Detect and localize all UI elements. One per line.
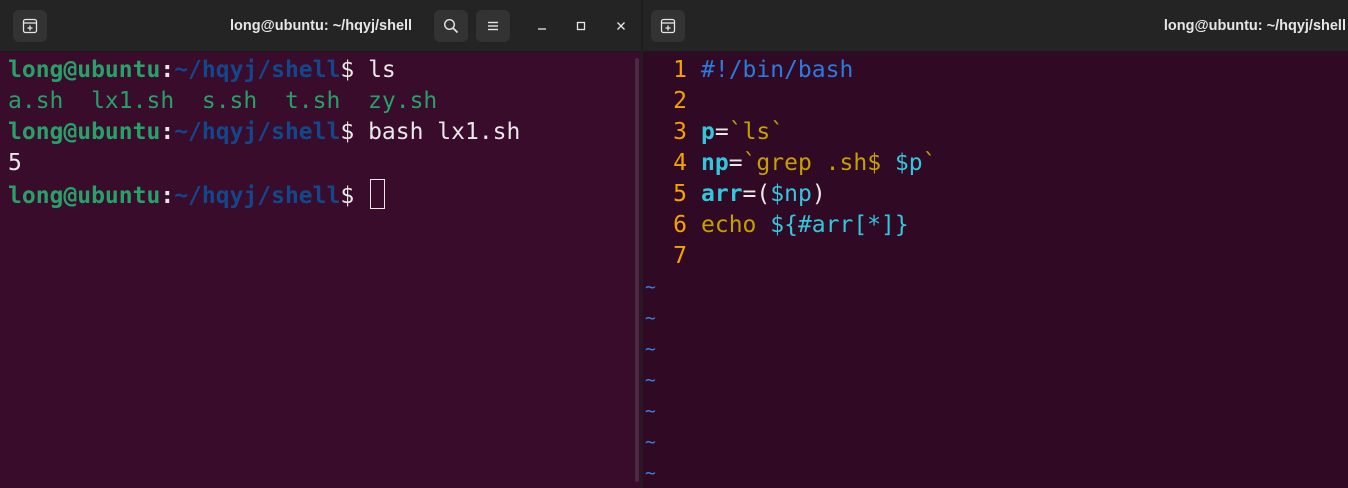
scrollbar[interactable] [635,58,639,482]
window-title: long@ubuntu: ~/hqyj/shell [1163,18,1346,34]
variable-name: arr [701,181,743,207]
variable-reference: $p [894,150,923,176]
variable-name: p [701,119,715,145]
titlebar[interactable]: long@ubuntu: ~/hqyj/shell [0,0,641,52]
minimize-button[interactable] [530,14,554,38]
line-number: 2 [673,88,687,114]
empty-line-marker: ~ [643,365,1348,396]
line-number: 3 [673,119,687,145]
prompt-line: long@ubuntu:~/hqyj/shell$ ls [8,55,641,86]
tilde-marker: ~ [645,308,656,329]
backtick: ` [742,150,757,176]
maximize-icon [576,21,586,31]
tilde-marker: ~ [645,370,656,391]
assign-operator: = [728,150,743,176]
prompt-separator: : [160,183,175,209]
code-line: 5 arr=($np) [643,179,1348,210]
line-number: 4 [673,150,687,176]
terminal-window-left[interactable]: long@ubuntu: ~/hqyj/shell long@ubuntu:~/… [0,0,641,488]
paren-close: ) [811,181,826,207]
command-output: 5 [8,150,22,176]
search-button[interactable] [434,10,468,42]
new-tab-icon [22,18,38,34]
titlebar[interactable]: long@ubuntu: ~/hqyj/shell [643,0,1348,52]
maximize-button[interactable] [569,14,593,38]
prompt-user: long@ubuntu [8,119,161,145]
empty-line-marker: ~ [643,396,1348,427]
command-substitution: grep .sh$ [756,150,895,176]
assign-operator: = [714,119,729,145]
search-icon [443,18,459,34]
prompt-user: long@ubuntu [8,183,161,209]
close-icon [617,22,625,30]
prompt-separator: : [160,119,175,145]
prompt-path: ~/hqyj/shell [174,183,341,209]
line-number: 7 [673,243,687,269]
variable-name: np [701,150,729,176]
window-title: long@ubuntu: ~/hqyj/shell [230,18,413,34]
terminal-window-right[interactable]: long@ubuntu: ~/hqyj/shell 1 #!/bin/bash 2… [643,0,1348,488]
line-number: 5 [673,181,687,207]
code-line: 4 np=`grep .sh$ $p` [643,148,1348,179]
line-number: 6 [673,212,687,238]
echo-command: echo [701,212,771,238]
backtick: ` [922,150,937,176]
line-number: 1 [673,57,687,83]
code-line: 6 echo ${#arr[*]} [643,210,1348,241]
tilde-marker: ~ [645,463,656,484]
shebang: #!/bin/bash [701,57,854,83]
code-line: 2 [643,86,1348,117]
prompt-separator: : [160,57,175,83]
empty-line-marker: ~ [643,272,1348,303]
hamburger-menu-icon [488,21,498,31]
code-line: 7 [643,241,1348,272]
empty-line-marker: ~ [643,458,1348,488]
code-line: 1 #!/bin/bash [643,55,1348,86]
vim-editor[interactable]: 1 #!/bin/bash 2 3 p=`ls` 4 np=`grep .sh$ $p… [643,52,1348,488]
empty-line-marker: ~ [643,334,1348,365]
empty-line-marker: ~ [643,303,1348,334]
command-substitution: `ls` [728,119,785,145]
new-tab-button[interactable] [651,10,685,42]
menu-button[interactable] [476,10,510,42]
prompt-user: long@ubuntu [8,57,161,83]
text-cursor [370,179,386,209]
code-line: 3 p=`ls` [643,117,1348,148]
tilde-marker: ~ [645,432,656,453]
tilde-marker: ~ [645,401,656,422]
command-text: ls [368,57,396,83]
prompt-dollar: $ [340,183,369,209]
prompt-dollar: $ [340,57,369,83]
active-prompt-line[interactable]: long@ubuntu:~/hqyj/shell$ [8,179,641,210]
prompt-dollar: $ [340,119,369,145]
minimize-icon [538,28,546,30]
command-text: bash lx1.sh [368,119,521,145]
new-tab-button[interactable] [13,10,47,42]
assign-operator: = [742,181,757,207]
variable-reference: $np [770,181,812,207]
prompt-path: ~/hqyj/shell [174,119,341,145]
prompt-path: ~/hqyj/shell [174,57,341,83]
prompt-line: long@ubuntu:~/hqyj/shell$ bash lx1.sh [8,117,641,148]
file-listing: a.sh lx1.sh s.sh t.sh zy.sh [8,88,438,114]
terminal-output[interactable]: long@ubuntu:~/hqyj/shell$ ls a.sh lx1.sh… [0,52,641,488]
tilde-marker: ~ [645,339,656,360]
empty-line-marker: ~ [643,427,1348,458]
array-length-expression: ${#arr[*]} [770,212,909,238]
paren-open: ( [756,181,771,207]
close-button[interactable] [609,14,633,38]
tilde-marker: ~ [645,277,656,298]
new-tab-icon [660,18,676,34]
